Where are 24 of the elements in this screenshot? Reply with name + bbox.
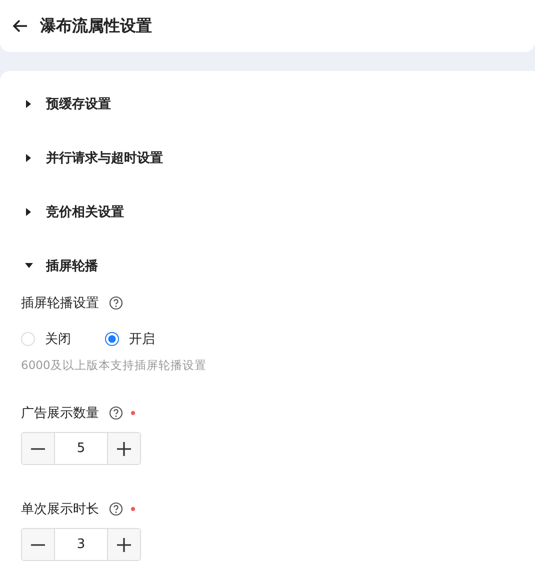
help-icon xyxy=(109,502,123,516)
field-label: 插屏轮播设置 xyxy=(21,295,99,312)
plus-icon xyxy=(117,442,131,456)
field-label: 单次展示时长 xyxy=(21,501,99,518)
section-header[interactable]: 并行请求与超时设置 xyxy=(0,131,535,185)
increment-button[interactable] xyxy=(108,433,140,464)
radio-label[interactable]: 关闭 xyxy=(45,330,71,348)
decrement-button[interactable] xyxy=(22,433,54,464)
help-icon xyxy=(109,406,123,420)
page-title: 瀑布流属性设置 xyxy=(40,16,152,36)
decrement-button[interactable] xyxy=(22,529,54,560)
back-icon[interactable] xyxy=(12,19,28,33)
plus-icon xyxy=(117,538,131,552)
section-header[interactable]: 预缓存设置 xyxy=(0,77,535,131)
increment-button[interactable] xyxy=(108,529,140,560)
radio-button[interactable] xyxy=(105,332,119,346)
hint-text: 6000及以上版本支持插屏轮播设置 xyxy=(21,358,208,373)
section-header[interactable]: 插屏轮播 xyxy=(0,239,535,293)
minus-icon xyxy=(31,448,45,450)
radio-label[interactable]: 开启 xyxy=(129,330,155,348)
help-icon xyxy=(109,296,123,310)
minus-icon xyxy=(31,544,45,546)
section-header[interactable]: 竞价相关设置 xyxy=(0,185,535,239)
field-label: 广告展示数量 xyxy=(21,405,99,422)
